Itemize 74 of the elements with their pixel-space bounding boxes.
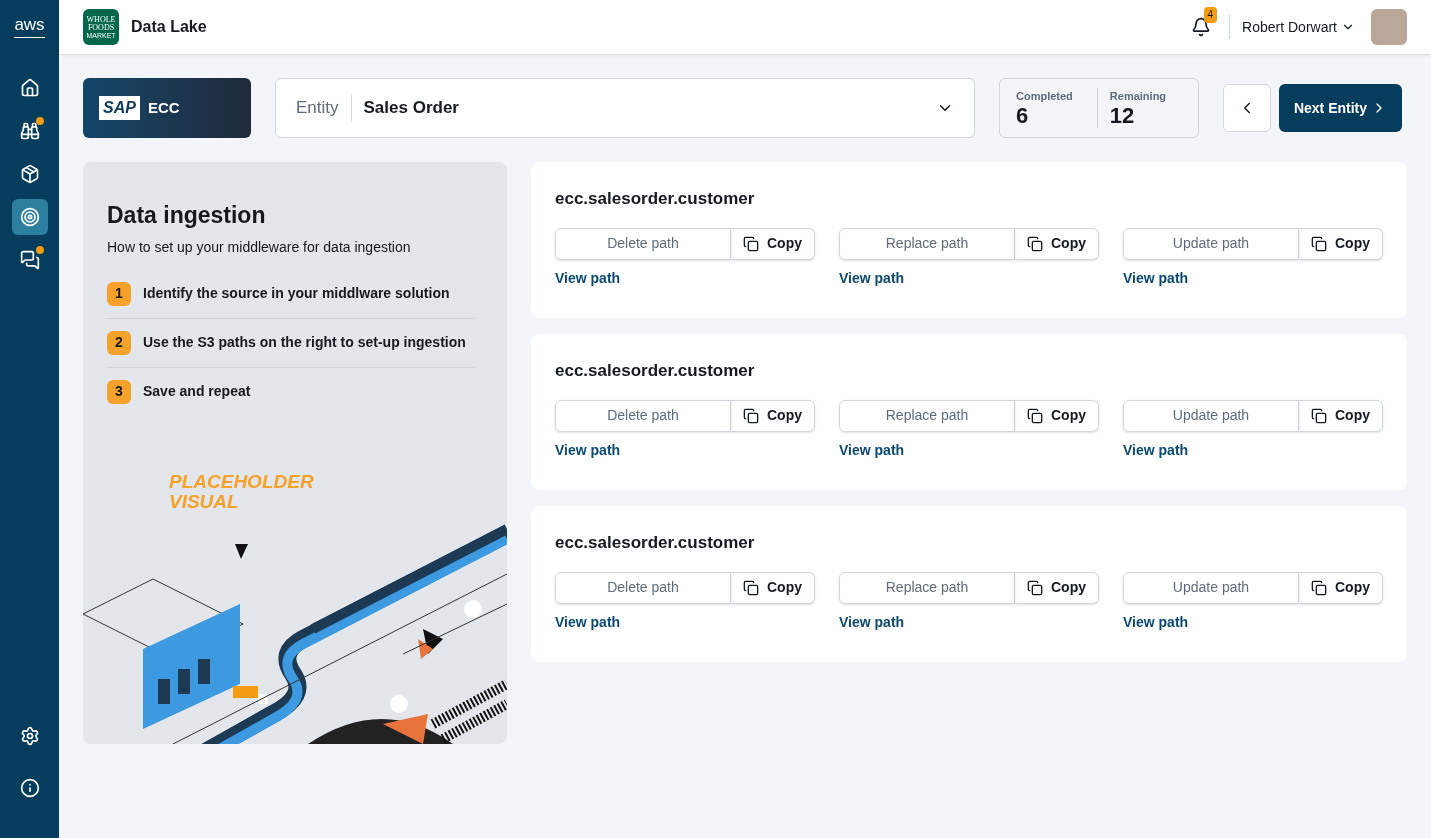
path-field[interactable]: Update path — [1123, 399, 1299, 432]
user-menu[interactable]: Robert Dorwart — [1242, 16, 1355, 38]
view-path-link[interactable]: View path — [839, 267, 905, 289]
stat-value: 12 — [1109, 104, 1136, 129]
step-number: 3 — [107, 379, 131, 404]
view-path-link[interactable]: View path — [1123, 611, 1189, 633]
source-name: ECC — [147, 97, 180, 118]
path-field[interactable]: Replace path — [839, 399, 1015, 432]
info-icon — [19, 778, 40, 798]
target-icon — [19, 207, 40, 227]
path-field[interactable]: Replace path — [839, 227, 1015, 260]
copy-button[interactable]: Copy — [1299, 571, 1383, 604]
path-field[interactable]: Replace path — [839, 571, 1015, 604]
step-text: Identify the source in your middlware solution — [143, 284, 450, 303]
view-path-link[interactable]: View path — [555, 267, 621, 289]
binoculars-icon — [19, 121, 40, 141]
copy-icon — [743, 407, 759, 424]
entity-label: Entity — [296, 95, 352, 121]
step-number: 2 — [107, 330, 131, 355]
logo-text: FOODS — [87, 23, 115, 32]
copy-button[interactable]: Copy — [1299, 399, 1383, 432]
settings-icon — [19, 726, 40, 746]
copy-icon — [1311, 579, 1327, 596]
copy-icon — [1311, 407, 1327, 424]
view-path-link[interactable]: View path — [1123, 439, 1189, 461]
copy-icon — [743, 235, 759, 252]
copy-button[interactable]: Copy — [1015, 571, 1099, 604]
copy-icon — [1027, 579, 1043, 596]
card-title: ecc.salesorder.customer — [555, 532, 756, 554]
path-field[interactable]: Delete path — [555, 571, 731, 604]
logo-text: WHOLE — [86, 15, 116, 24]
view-path-link[interactable]: View path — [839, 439, 905, 461]
card-title: ecc.salesorder.customer — [555, 188, 756, 210]
box-icon — [19, 164, 40, 184]
path-field[interactable]: Delete path — [555, 227, 731, 260]
card-title: ecc.salesorder.customer — [555, 360, 756, 382]
entity-select[interactable]: Entity Sales Order — [275, 78, 975, 138]
chat-icon — [19, 250, 40, 270]
home-icon — [19, 78, 40, 98]
placeholder-label: PLACEHOLDER VISUAL — [169, 471, 315, 512]
copy-button[interactable]: Copy — [731, 399, 815, 432]
copy-icon — [1027, 235, 1043, 252]
guide-subtitle: How to set up your middleware for data ingestion — [107, 237, 412, 257]
stat-value: 6 — [1016, 104, 1030, 129]
copy-icon — [743, 579, 759, 596]
path-field[interactable]: Update path — [1123, 227, 1299, 260]
entity-value: Sales Order — [362, 97, 459, 120]
stat-label: Completed — [1016, 88, 1073, 104]
path-field[interactable]: Delete path — [555, 399, 731, 432]
guide-title: Data ingestion — [107, 201, 267, 230]
bell-icon — [1191, 17, 1212, 37]
stat-label: Remaining — [1109, 88, 1167, 104]
step-text: Use the S3 paths on the right to set-up ingestion — [143, 333, 466, 352]
view-path-link[interactable]: View path — [1123, 267, 1189, 289]
view-path-link[interactable]: View path — [839, 611, 905, 633]
step-number: 1 — [107, 281, 131, 306]
avatar-placeholder — [1371, 9, 1407, 45]
view-path-link[interactable]: View path — [555, 611, 621, 633]
copy-button[interactable]: Copy — [1015, 227, 1099, 260]
copy-button[interactable]: Copy — [731, 227, 815, 260]
copy-button[interactable]: Copy — [1015, 399, 1099, 432]
app-title: Data Lake — [131, 17, 207, 37]
copy-button[interactable]: Copy — [731, 571, 815, 604]
step-text: Save and repeat — [143, 382, 251, 401]
copy-icon — [1027, 407, 1043, 424]
copy-icon — [1311, 235, 1327, 252]
copy-button[interactable]: Copy — [1299, 227, 1383, 260]
sap-logo: SAP — [99, 96, 140, 120]
nav-item[interactable] — [11, 199, 48, 235]
notification-count: 4 — [1203, 7, 1218, 23]
view-path-link[interactable]: View path — [555, 439, 621, 461]
aws-logo: aws — [14, 16, 45, 38]
path-field[interactable]: Update path — [1123, 571, 1299, 604]
next-entity-button[interactable]: Next Entity — [1279, 84, 1402, 132]
